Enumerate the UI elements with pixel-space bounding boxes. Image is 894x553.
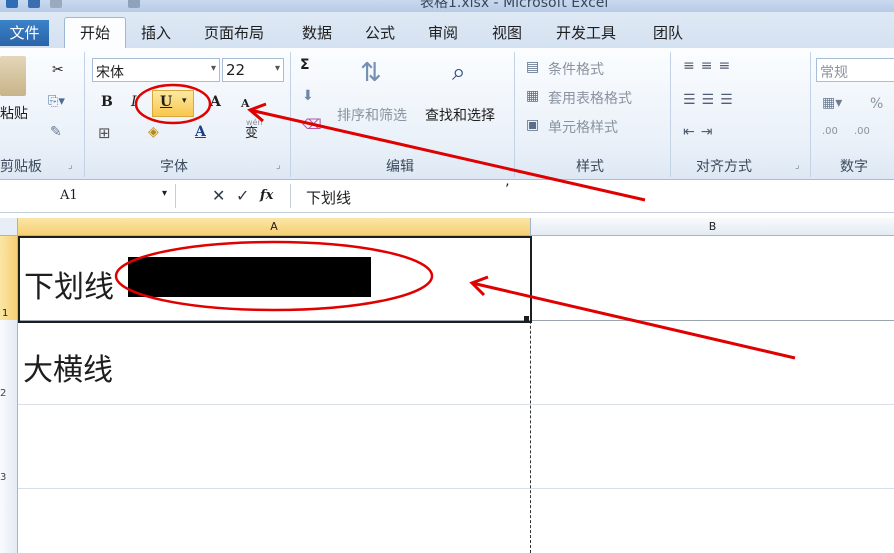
cell-highlight-ellipse: [114, 240, 434, 312]
annotation-arrow-2: [471, 281, 796, 360]
underline-highlight-circle: [134, 83, 212, 125]
annotation-arrow-1: [249, 108, 646, 202]
annotation-layer: [114, 83, 796, 360]
